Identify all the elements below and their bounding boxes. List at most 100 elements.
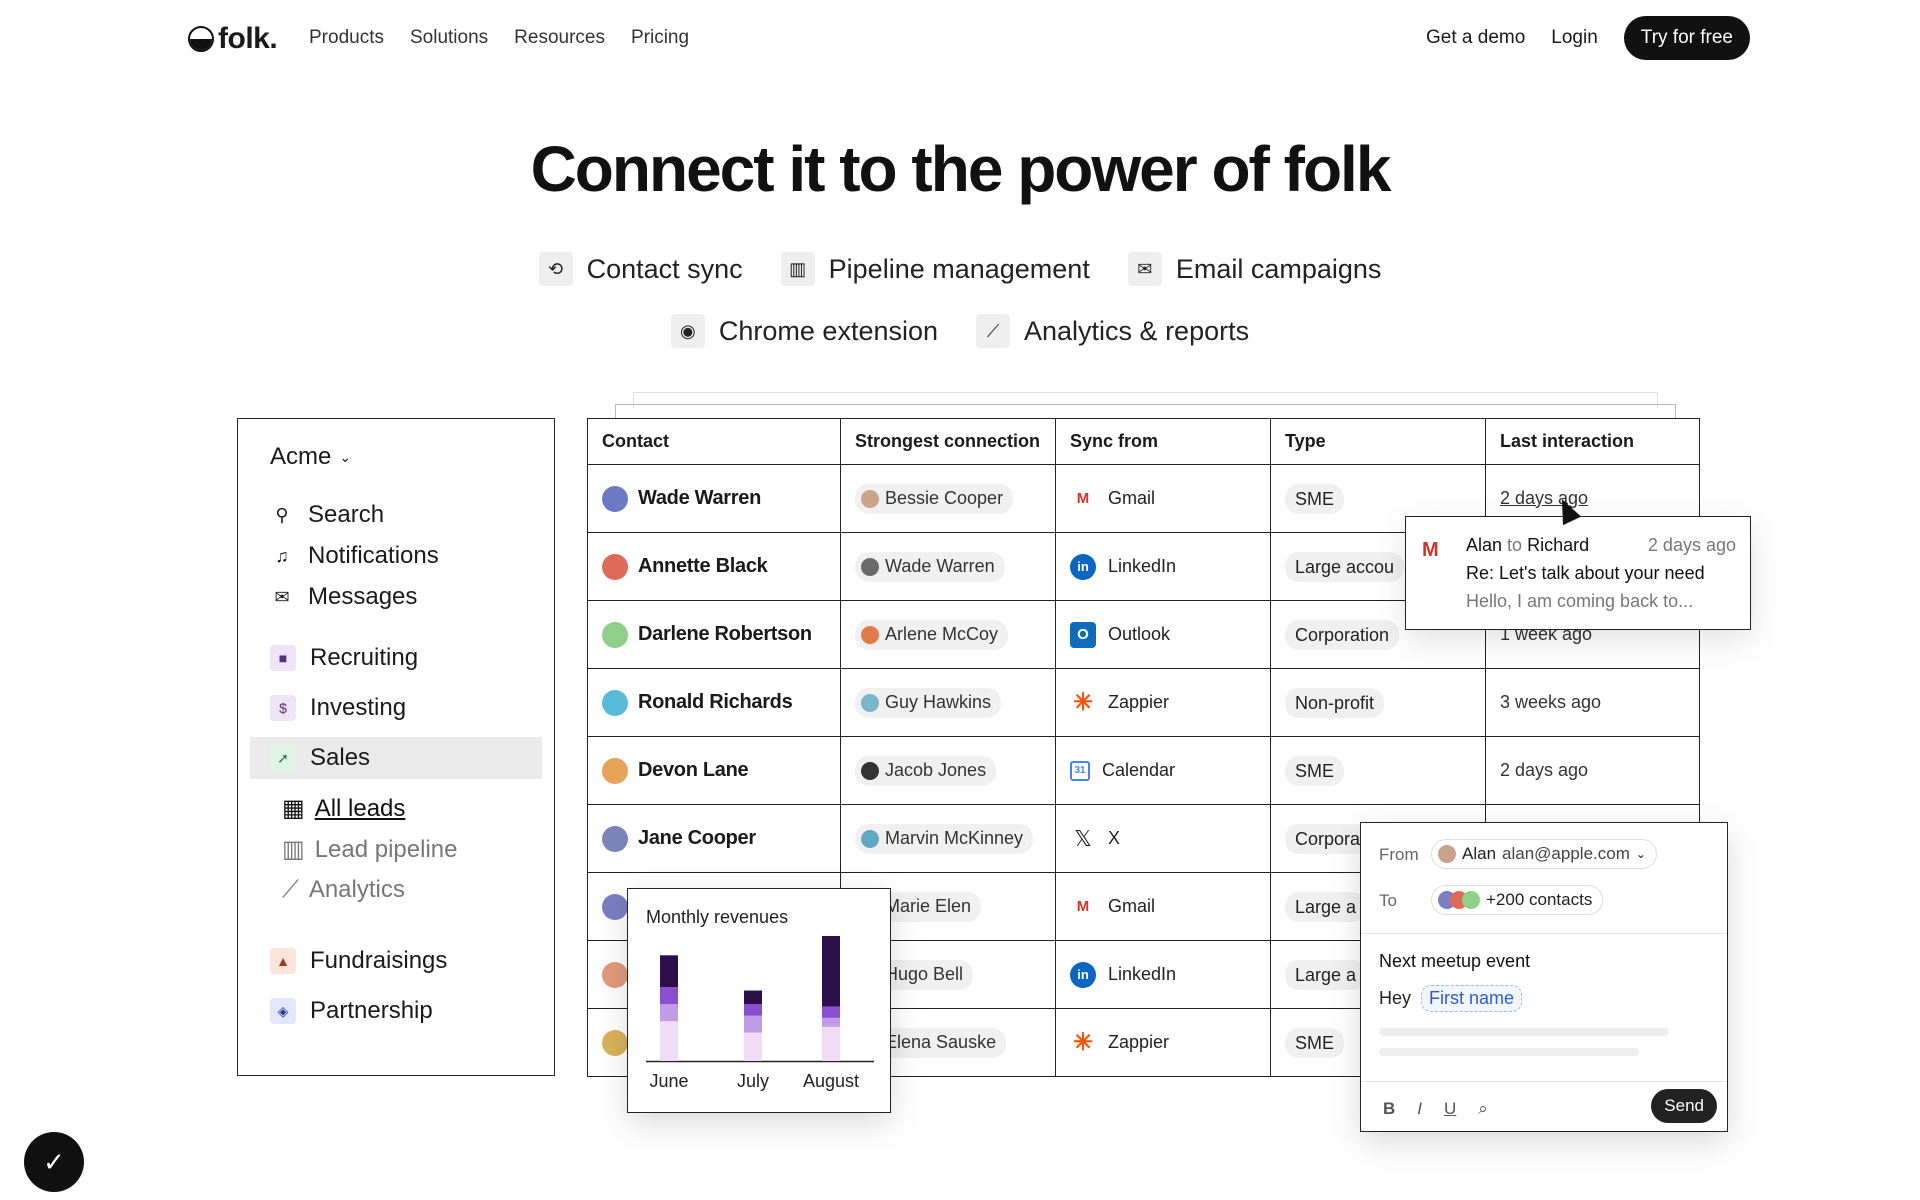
sidebar-subitem-all-leads[interactable]: ▦ All leads <box>282 794 405 823</box>
last-interaction[interactable]: 2 days ago <box>1500 760 1588 780</box>
gmail-icon: M <box>1422 539 1439 561</box>
type-chip[interactable]: SME <box>1285 755 1345 786</box>
type-chip[interactable]: Large accou <box>1285 551 1405 582</box>
type-chip[interactable]: Non-profit <box>1285 687 1385 718</box>
type-chip[interactable]: SME <box>1285 483 1345 514</box>
workspace-name: Acme <box>270 443 332 470</box>
nav-link-products[interactable]: Products <box>309 27 384 49</box>
nav-link-pricing[interactable]: Pricing <box>631 27 689 49</box>
bar-segment <box>744 1032 762 1061</box>
nav-link-solutions[interactable]: Solutions <box>410 27 488 49</box>
outlook-icon: O <box>1070 621 1096 648</box>
get-demo-link[interactable]: Get a demo <box>1426 27 1525 49</box>
contact-name[interactable]: Devon Lane <box>638 759 749 782</box>
column-header-connection[interactable]: Strongest connection <box>840 418 1056 465</box>
bold-button[interactable]: B <box>1383 1099 1395 1119</box>
sidebar-item-fundraisings[interactable]: ▲ Fundraisings <box>270 947 447 975</box>
from-selector[interactable]: Alan alan@apple.com ⌄ <box>1431 839 1657 869</box>
email-recipient: Richard <box>1527 535 1590 555</box>
formatting-toolbar: B I U ⌕ <box>1383 1099 1488 1119</box>
sidebar-item-recruiting[interactable]: ■ Recruiting <box>270 644 418 672</box>
contact-name[interactable]: Wade Warren <box>638 487 761 510</box>
column-header-contact[interactable]: Contact <box>587 418 841 465</box>
feature-pipeline[interactable]: ▥ Pipeline management <box>780 252 1090 286</box>
contact-name[interactable]: Jane Cooper <box>638 827 756 850</box>
column-header-last[interactable]: Last interaction <box>1485 418 1700 465</box>
connection-chip[interactable]: Arlene McCoy <box>855 619 1009 650</box>
sidebar-item-investing[interactable]: $ Investing <box>270 694 406 722</box>
sidebar-item-notifications[interactable]: ♫ Notifications <box>270 542 439 570</box>
connection-chip[interactable]: Marvin McKinney <box>855 823 1034 854</box>
column-header-type[interactable]: Type <box>1270 418 1486 465</box>
connection-chip[interactable]: Jacob Jones <box>855 755 997 786</box>
connection-chip[interactable]: Bessie Cooper <box>855 483 1014 514</box>
attachment-icon[interactable]: ⌕ <box>1478 1099 1488 1119</box>
sidebar-item-label: Notifications <box>308 542 439 569</box>
avatar <box>602 485 628 512</box>
email-subject-field[interactable]: Next meetup event <box>1379 951 1530 972</box>
chrome-icon: ◉ <box>670 314 705 348</box>
feature-email-campaigns[interactable]: ✉ Email campaigns <box>1127 252 1381 286</box>
chevron-down-icon: ⌄ <box>339 448 352 465</box>
sidebar-subitem-analytics[interactable]: ⟋ Analytics <box>282 876 405 904</box>
sidebar-item-partnership[interactable]: ◈ Partnership <box>270 997 433 1025</box>
connection-chip[interactable]: Wade Warren <box>855 551 1005 582</box>
table-row[interactable]: Devon Lane Jacob Jones 31 Calendar SME 2 … <box>587 736 1700 805</box>
contact-name[interactable]: Darlene Robertson <box>638 623 812 646</box>
avatar <box>602 893 628 920</box>
nav-link-resources[interactable]: Resources <box>514 27 605 49</box>
x-tick-label: July <box>737 1071 769 1091</box>
connection-name: Hugo Bell <box>885 964 964 984</box>
sync-source: X <box>1108 828 1121 848</box>
underline-button[interactable]: U <box>1444 1099 1456 1119</box>
monthly-revenue-card: Monthly revenues June July August <box>627 888 891 1113</box>
from-label: From <box>1379 845 1419 864</box>
table-header-row: Contact Strongest connection Sync from T… <box>587 418 1700 465</box>
feature-analytics[interactable]: ⟋ Analytics & reports <box>976 314 1249 348</box>
type-chip[interactable]: Large a <box>1285 891 1367 922</box>
bar-segment <box>822 936 840 1007</box>
hero-title: Connect it to the power of folk <box>530 133 1392 205</box>
analytics-icon: ⟋ <box>976 314 1011 348</box>
login-link[interactable]: Login <box>1551 27 1598 49</box>
email-preview-popup[interactable]: M Alan to Richard 2 days ago Re: Let's t… <box>1405 516 1751 630</box>
sidebar-item-search[interactable]: ⚲ Search <box>270 501 384 529</box>
type-chip[interactable]: Corpora <box>1285 823 1371 854</box>
feature-contact-sync[interactable]: ⟲ Contact sync <box>538 252 743 286</box>
feature-chrome-extension[interactable]: ◉ Chrome extension <box>670 314 938 348</box>
search-icon: ⚲ <box>275 504 289 525</box>
email-sender: Alan <box>1466 535 1503 555</box>
table-row[interactable]: Ronald Richards Guy Hawkins ✳ Zappier Non… <box>587 668 1700 737</box>
connection-chip[interactable]: Guy Hawkins <box>855 687 1002 718</box>
email-compose-card: From Alan alan@apple.com ⌄ To +200 conta… <box>1360 822 1728 1132</box>
column-header-sync[interactable]: Sync from <box>1055 418 1271 465</box>
avatar <box>602 961 628 988</box>
sidebar-subitem-label: Analytics <box>308 876 405 903</box>
last-interaction[interactable]: 3 weeks ago <box>1500 692 1601 712</box>
analytics-icon: ⟋ <box>282 876 299 903</box>
bar-segment <box>744 1004 762 1016</box>
send-button[interactable]: Send <box>1651 1089 1717 1123</box>
avatar <box>861 489 879 508</box>
sidebar-item-label: Investing <box>310 694 407 721</box>
contact-name[interactable]: Annette Black <box>638 555 768 578</box>
type-chip[interactable]: Large a <box>1285 959 1367 990</box>
italic-button[interactable]: I <box>1417 1099 1422 1119</box>
folk-logo[interactable]: folk. <box>188 22 278 56</box>
x-tick-label: August <box>803 1071 859 1091</box>
contact-name[interactable]: Ronald Richards <box>638 691 793 714</box>
type-chip[interactable]: SME <box>1285 1027 1345 1058</box>
type-chip[interactable]: Corporation <box>1285 619 1400 650</box>
sidebar-subitem-lead-pipeline[interactable]: ▥ Lead pipeline <box>282 835 457 864</box>
linkedin-icon: in <box>1070 961 1096 988</box>
workspace-switcher[interactable]: Acme ⌄ <box>270 443 351 471</box>
divider <box>1361 1081 1727 1082</box>
sidebar-item-sales[interactable]: ➚ Sales <box>270 744 370 772</box>
checkmark-badge-icon[interactable]: ✓ <box>24 1132 84 1192</box>
try-free-button[interactable]: Try for free <box>1623 16 1750 60</box>
sidebar-item-messages[interactable]: ✉ Messages <box>270 583 417 611</box>
email-body[interactable]: Hey First name <box>1379 985 1523 1012</box>
calendar-icon: 31 <box>1070 760 1090 781</box>
to-recipients[interactable]: +200 contacts <box>1431 885 1604 915</box>
first-name-variable[interactable]: First name <box>1421 985 1523 1012</box>
